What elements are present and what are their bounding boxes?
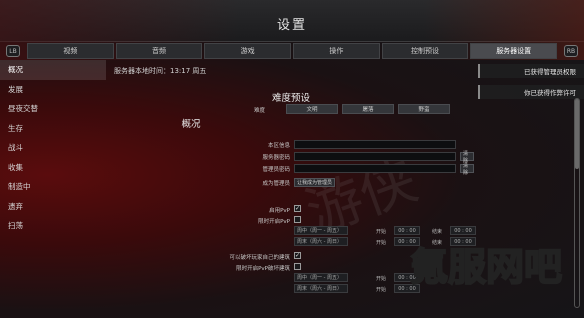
- difficulty-decadent-button[interactable]: 屠落: [342, 104, 394, 114]
- pvp-checkbox[interactable]: ✓: [294, 205, 301, 212]
- sidebar-item-abandonment[interactable]: 遗弃: [0, 197, 106, 217]
- sidebar-item-overview[interactable]: 概况: [0, 60, 106, 80]
- clear-admin-password-button[interactable]: 清除: [460, 163, 474, 176]
- pvp-weekday-start-time[interactable]: 00 : 00: [394, 226, 420, 235]
- sidebar-item-crafting[interactable]: 制造中: [0, 177, 106, 197]
- admin-password-field[interactable]: [294, 164, 456, 173]
- overview-heading: 概况: [181, 119, 201, 130]
- sidebar-item-purge[interactable]: 扫荡: [0, 216, 106, 236]
- sidebar-item-harvesting[interactable]: 收集: [0, 158, 106, 178]
- tab-server-settings[interactable]: 服务器设置: [470, 43, 558, 59]
- title-bar: 设置: [0, 0, 584, 60]
- notification-admin-granted: 已获得管理员权限: [478, 64, 584, 78]
- become-admin-button[interactable]: 让我成为管理员: [294, 178, 336, 187]
- difficulty-barbaric-button[interactable]: 野蛮: [398, 104, 450, 114]
- destroy-own-building-label: 可以破坏玩家自己的建筑: [229, 255, 290, 261]
- server-name-field[interactable]: [294, 140, 456, 149]
- pvp-weekend-select[interactable]: 周末（周六 - 周日）: [294, 237, 348, 246]
- timed-destroy-label: 限时开启PvP破坏建筑: [236, 266, 290, 272]
- sidebar-item-progression[interactable]: 发展: [0, 80, 106, 100]
- server-password-label: 服务器密码: [262, 155, 290, 161]
- sidebar-item-combat[interactable]: 战斗: [0, 138, 106, 158]
- destroy-weekend-select[interactable]: 周末（周六 - 周日）: [294, 284, 348, 293]
- destroy-weekend-start-label: 开始: [376, 287, 387, 293]
- scrollbar[interactable]: [574, 98, 580, 308]
- tab-control-presets[interactable]: 控制预设: [381, 43, 469, 59]
- destroy-weekday-start-label: 开始: [376, 276, 387, 282]
- server-time: 服务器本地时间：13:17 周五: [114, 66, 206, 76]
- pvp-label: 启用PvP: [269, 208, 290, 214]
- pvp-weekend-start-label: 开始: [376, 240, 387, 246]
- clear-server-password-button[interactable]: 清除: [460, 151, 474, 164]
- tab-controls[interactable]: 操作: [293, 43, 380, 59]
- timed-destroy-checkbox[interactable]: [294, 263, 301, 270]
- admin-password-label: 管理员密码: [262, 167, 290, 173]
- pvp-weekday-end-label: 结束: [432, 229, 443, 235]
- server-password-field[interactable]: [294, 152, 456, 161]
- server-name-label: 本区信息: [267, 143, 290, 149]
- become-admin-label: 成为管理员: [262, 181, 290, 187]
- difficulty-civilized-button[interactable]: 文明: [286, 104, 338, 114]
- server-time-label: 服务器本地时间：: [114, 67, 170, 75]
- rb-bumper-icon[interactable]: RB: [564, 45, 579, 57]
- scrollbar-thumb[interactable]: [575, 99, 579, 169]
- notification-cheat-granted: 你已获得作弊许可: [478, 85, 584, 99]
- watermark-text: 氪服网吧: [409, 244, 563, 290]
- destroy-weekday-select[interactable]: 周中（周一 - 周五）: [294, 273, 348, 282]
- page-title: 设置: [276, 18, 307, 33]
- sidebar: 概况 发展 昼夜交替 生存 战斗 收集 制造中 遗弃 扫荡: [0, 60, 106, 318]
- tab-video[interactable]: 视频: [27, 43, 114, 59]
- pvp-weekday-end-time[interactable]: 00 : 00: [450, 226, 476, 235]
- timed-pvp-label: 限时开启PvP: [258, 219, 290, 225]
- pvp-weekday-select[interactable]: 周中（周一 - 周五）: [294, 226, 348, 235]
- difficulty-label: 难度: [254, 108, 266, 114]
- tab-bar: LB 视频 音频 游戏 操作 控制预设 服务器设置 RB: [6, 42, 579, 60]
- lb-bumper-icon[interactable]: LB: [6, 45, 20, 57]
- timed-pvp-checkbox[interactable]: [294, 216, 301, 223]
- pvp-weekday-start-label: 开始: [376, 229, 387, 235]
- difficulty-heading: 难度预设: [271, 93, 310, 104]
- tab-game[interactable]: 游戏: [204, 43, 292, 59]
- tab-audio[interactable]: 音频: [115, 43, 203, 59]
- server-time-value: 13:17: [170, 67, 191, 75]
- server-day-value: 周五: [192, 67, 207, 75]
- destroy-own-building-checkbox[interactable]: ✓: [294, 252, 301, 259]
